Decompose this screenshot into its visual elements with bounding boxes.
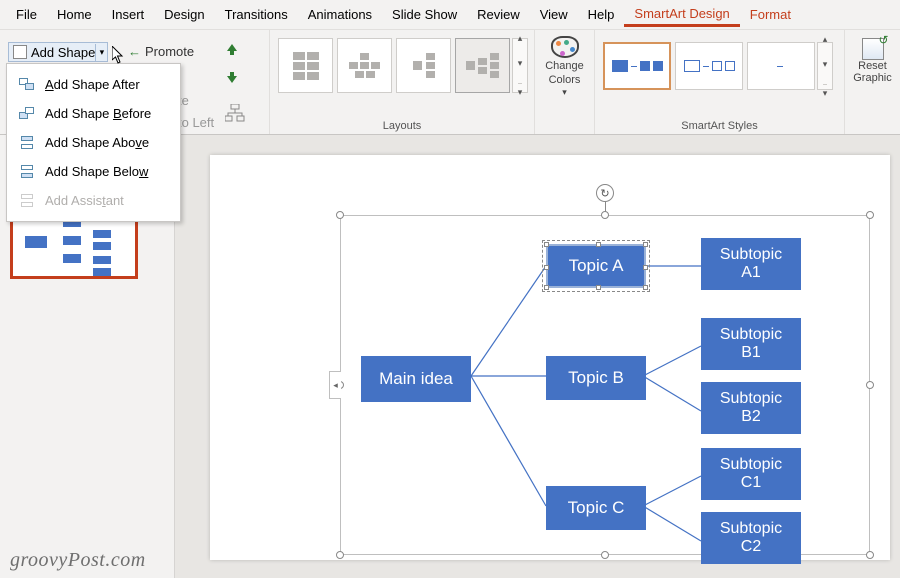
org-chart-layout-icon[interactable] (225, 104, 245, 127)
palette-icon (551, 36, 579, 58)
layout-option-list[interactable] (278, 38, 333, 93)
dropdown-add-shape-below[interactable]: Add Shape Below (7, 157, 180, 186)
menu-bar: File Home Insert Design Transitions Anim… (0, 0, 900, 30)
ribbon-group-change-colors: Change Colors ▾ (535, 30, 595, 134)
menu-format[interactable]: Format (740, 3, 801, 26)
rotate-handle-icon[interactable]: ↻ (596, 184, 614, 202)
menu-help[interactable]: Help (578, 3, 625, 26)
change-colors-label2: Colors ▾ (543, 74, 587, 98)
add-after-icon (19, 78, 35, 92)
add-shape-label: Add Shape (31, 45, 95, 60)
dropdown-add-assistant: Add Assistant (7, 186, 180, 215)
node-topic-a-label: Topic A (569, 256, 624, 276)
promote-button[interactable]: ← Promote (128, 44, 194, 59)
reset-graphic-button[interactable]: Reset Graphic (853, 38, 893, 84)
change-colors-button[interactable]: Change Colors ▾ (543, 36, 587, 98)
node-topic-a[interactable]: Topic A (546, 244, 646, 288)
change-colors-label1: Change (543, 60, 587, 72)
add-above-icon (19, 136, 35, 150)
arrow-left-icon: ← (128, 44, 141, 59)
layout-option-horizontal-hierarchy[interactable] (396, 38, 451, 93)
promote-label: Promote (145, 44, 194, 59)
menu-design[interactable]: Design (154, 3, 214, 26)
add-shape-button[interactable]: Add Shape ▾ (8, 42, 108, 62)
menu-transitions[interactable]: Transitions (215, 3, 298, 26)
menu-smartart-design[interactable]: SmartArt Design (624, 2, 739, 27)
menu-view[interactable]: View (530, 3, 578, 26)
add-assistant-icon (19, 194, 35, 208)
reset-icon (862, 38, 884, 60)
dropdown-add-shape-before[interactable]: Add Shape Before (7, 99, 180, 128)
smartart-frame[interactable]: ↻ ◂ (340, 215, 870, 555)
menu-animations[interactable]: Animations (298, 3, 382, 26)
text-pane-toggle[interactable]: ◂ (329, 371, 341, 399)
watermark: groovyPost.com (10, 549, 146, 572)
layouts-gallery-more[interactable]: ▴▾▾ (512, 38, 528, 93)
ribbon-group-styles: ▴▾▾ SmartArt Styles (595, 30, 845, 134)
dropdown-add-shape-after[interactable]: Add Shape After (7, 70, 180, 99)
menu-review[interactable]: Review (467, 3, 530, 26)
node-topic-b[interactable]: Topic B (546, 356, 646, 400)
node-subtopic-b2[interactable]: SubtopicB2 (701, 382, 801, 434)
styles-gallery-more[interactable]: ▴▾▾ (817, 42, 833, 90)
slide-stage: ↻ ◂ (175, 135, 900, 578)
arrow-down-icon[interactable] (225, 70, 239, 89)
arrow-up-icon[interactable] (225, 42, 239, 61)
layout-option-horizontal-multilevel[interactable] (455, 38, 510, 93)
reset-label1: Reset (853, 60, 893, 72)
style-option-gradient[interactable] (747, 42, 815, 90)
add-below-icon (19, 165, 35, 179)
node-subtopic-a1[interactable]: SubtopicA1 (701, 238, 801, 290)
ribbon-group-layouts: ▴▾▾ Layouts (270, 30, 535, 134)
add-before-icon (19, 107, 35, 121)
reset-label2: Graphic (853, 72, 893, 84)
styles-gallery (603, 42, 815, 90)
layout-option-hierarchy[interactable] (337, 38, 392, 93)
slide-canvas[interactable]: ↻ ◂ (210, 155, 890, 560)
layouts-group-label: Layouts (270, 120, 534, 132)
menu-slideshow[interactable]: Slide Show (382, 3, 467, 26)
menu-insert[interactable]: Insert (102, 3, 155, 26)
layouts-gallery (278, 38, 510, 93)
node-main-idea[interactable]: Main idea (361, 356, 471, 402)
styles-group-label: SmartArt Styles (595, 120, 844, 132)
ribbon: Add Shape ▾ ← Promote → ⇄ te to Left (0, 30, 900, 135)
node-subtopic-c1[interactable]: SubtopicC1 (701, 448, 801, 500)
menu-home[interactable]: Home (47, 3, 102, 26)
r2l-fragment: to Left (178, 115, 214, 130)
shape-icon (13, 45, 27, 59)
node-subtopic-c2[interactable]: SubtopicC2 (701, 512, 801, 564)
node-topic-c[interactable]: Topic C (546, 486, 646, 530)
menu-file[interactable]: File (6, 3, 47, 26)
chevron-down-icon[interactable]: ▾ (95, 44, 107, 61)
dropdown-add-shape-above[interactable]: Add Shape Above (7, 128, 180, 157)
style-option-simple[interactable] (603, 42, 671, 90)
node-subtopic-b1[interactable]: SubtopicB1 (701, 318, 801, 370)
ribbon-group-reset: Reset Graphic Re (845, 30, 900, 134)
add-shape-dropdown: Add Shape After Add Shape Before Add Sha… (6, 63, 181, 222)
ribbon-group-create-graphic: Add Shape ▾ ← Promote → ⇄ te to Left (0, 30, 270, 134)
style-option-outline[interactable] (675, 42, 743, 90)
